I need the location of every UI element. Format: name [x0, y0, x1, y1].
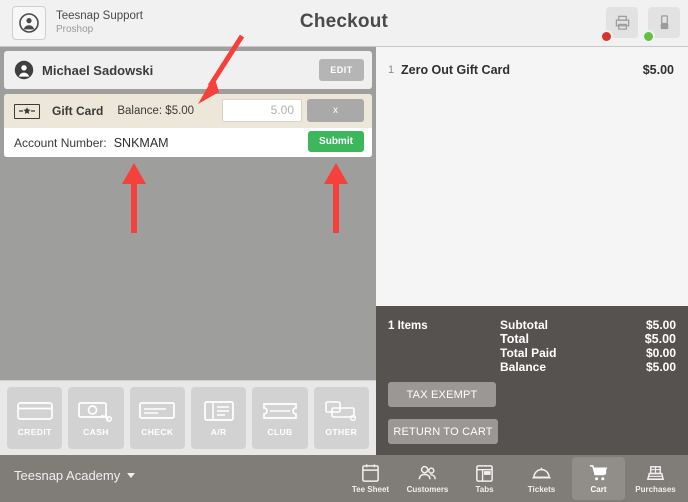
- nav-label: Customers: [406, 485, 449, 494]
- payment-method-label: OTHER: [325, 427, 358, 437]
- people-icon: [418, 465, 436, 480]
- account-number-label: Account Number:: [14, 135, 107, 150]
- cash-icon: [78, 402, 113, 423]
- payment-method-ar[interactable]: A/R: [190, 387, 247, 449]
- summary-line-subtotal: Subtotal $5.00: [500, 318, 676, 332]
- card-reader-button[interactable]: [642, 7, 680, 43]
- summary-value: $5.00: [645, 360, 676, 374]
- payment-method-other[interactable]: OTHER: [313, 387, 369, 449]
- nav-item-tee-sheet[interactable]: Tee Sheet: [344, 457, 397, 500]
- printer-button[interactable]: [600, 7, 638, 43]
- customer-name: Michael Sadowski: [42, 62, 154, 78]
- nav-label: Purchases: [635, 485, 676, 494]
- payment-method-check[interactable]: CHECK: [129, 387, 185, 449]
- app-header: Teesnap Support Proshop Checkout: [0, 0, 688, 46]
- nav-item-cart[interactable]: Cart: [572, 457, 625, 500]
- register-icon: [646, 466, 665, 480]
- cart-item-price: $5.00: [642, 63, 674, 77]
- cart-panel: 1 Zero Out Gift Card $5.00 1 Items Subto…: [376, 46, 688, 455]
- nav-item-purchases[interactable]: Purchases: [629, 457, 682, 500]
- check-icon: [139, 402, 176, 419]
- summary-value: $5.00: [645, 318, 676, 332]
- nav-label: Cart: [590, 485, 607, 494]
- teesnap-academy-label: Teesnap Academy: [14, 468, 121, 483]
- payment-method-strip: CREDIT CASH CHECK A/R CLUB OTHER: [0, 380, 376, 455]
- gift-card-header-row: Gift Card Balance: $5.00 5.00 x: [4, 94, 372, 128]
- summary-line-balance: Balance $5.00: [500, 360, 676, 374]
- payment-method-credit[interactable]: CREDIT: [7, 387, 63, 449]
- user-circle-icon: [14, 60, 34, 80]
- account-number-row: Account Number: SNKMAM Submit: [4, 128, 372, 157]
- order-summary: 1 Items Subtotal $5.00 Total $5.00 Total…: [376, 306, 688, 455]
- gift-card-payment-card: Gift Card Balance: $5.00 5.00 x Account …: [4, 94, 372, 157]
- payment-method-cash[interactable]: CASH: [68, 387, 124, 449]
- bell-icon: [532, 467, 551, 479]
- summary-key: Total: [500, 332, 529, 346]
- nav-label: Tickets: [527, 485, 556, 494]
- other-payment-icon: [325, 401, 357, 422]
- page-title: Checkout: [299, 11, 389, 32]
- summary-line-total: Total $5.00: [500, 332, 676, 346]
- nav-item-customers[interactable]: Customers: [401, 457, 454, 500]
- payment-method-label: CASH: [83, 427, 109, 437]
- payment-method-label: A/R: [210, 427, 227, 437]
- edit-customer-button[interactable]: EDIT: [319, 59, 364, 81]
- items-count: 1 Items: [388, 320, 428, 332]
- nav-item-tabs[interactable]: Tabs: [458, 457, 511, 500]
- teesnap-academy-menu[interactable]: Teesnap Academy: [14, 468, 136, 483]
- chevron-down-icon: [127, 473, 136, 478]
- summary-totals: Subtotal $5.00 Total $5.00 Total Paid $0…: [500, 318, 676, 374]
- nav-label: Tee Sheet: [351, 485, 390, 494]
- tax-exempt-button[interactable]: TAX EXEMPT: [388, 382, 496, 407]
- nav-item-tickets[interactable]: Tickets: [515, 457, 568, 500]
- nav-items: Tee Sheet Customers Tabs Tickets Cart Pu…: [342, 457, 684, 500]
- account-number-input[interactable]: SNKMAM: [114, 136, 169, 150]
- summary-line-total-paid: Total Paid $0.00: [500, 346, 676, 360]
- gift-card-icon: [14, 103, 40, 119]
- checkout-screen: Teesnap Support Proshop Checkout Michael…: [0, 0, 688, 502]
- calendar-icon: [362, 464, 379, 482]
- ledger-icon: [203, 401, 234, 421]
- summary-key: Balance: [500, 360, 547, 374]
- tabs-icon: [476, 465, 493, 482]
- payment-method-label: CHECK: [141, 427, 174, 437]
- card-reader-icon: [660, 15, 668, 30]
- summary-value: $5.00: [644, 332, 676, 346]
- payment-panel: Michael Sadowski EDIT Gift Card Balance:…: [0, 46, 376, 455]
- nav-label: Tabs: [475, 485, 494, 494]
- submit-button[interactable]: Submit: [308, 131, 364, 152]
- summary-value: $0.00: [645, 346, 676, 360]
- card-reader-status-indicator: [642, 30, 655, 43]
- remove-gift-card-button[interactable]: x: [307, 99, 364, 122]
- printer-icon: [615, 15, 629, 30]
- payment-method-label: CREDIT: [17, 427, 52, 437]
- cart-item-name: Zero Out Gift Card: [401, 63, 511, 77]
- header-buttons: [600, 7, 680, 43]
- payment-method-club[interactable]: CLUB: [252, 387, 308, 449]
- summary-key: Subtotal: [500, 318, 548, 332]
- printer-status-indicator: [600, 30, 613, 43]
- cart-item-qty: 1: [388, 64, 395, 76]
- gift-card-balance: Balance: $5.00: [117, 105, 195, 117]
- gift-card-amount-input[interactable]: 5.00: [222, 99, 302, 122]
- cart-item-row[interactable]: 1 Zero Out Gift Card $5.00: [376, 55, 688, 85]
- gift-card-label: Gift Card: [52, 104, 104, 118]
- payment-method-label: CLUB: [267, 427, 293, 437]
- credit-card-icon: [16, 402, 53, 420]
- summary-key: Total Paid: [500, 346, 557, 360]
- club-ticket-icon: [263, 403, 297, 419]
- bottom-nav-bar: Teesnap Academy Tee Sheet Customers Tabs…: [0, 455, 688, 502]
- return-to-cart-button[interactable]: RETURN TO CART: [388, 419, 498, 444]
- customer-row[interactable]: Michael Sadowski EDIT: [4, 51, 372, 89]
- shopping-cart-icon: [589, 465, 608, 481]
